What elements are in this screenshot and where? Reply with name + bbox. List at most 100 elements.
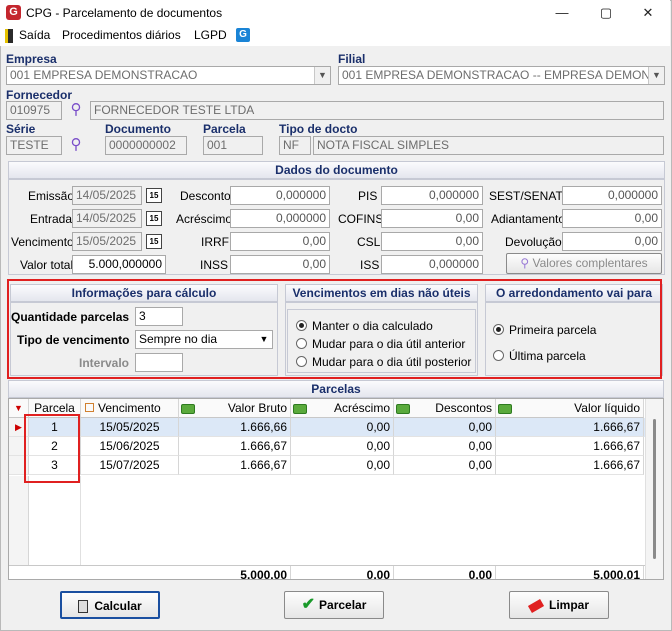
- valor-total-label: Valor total: [20, 258, 74, 272]
- search-icon[interactable]: ⚲: [67, 101, 85, 119]
- parcelar-button[interactable]: ✔ Parcelar: [284, 591, 384, 619]
- total-descontos: 0,00: [394, 566, 496, 579]
- pis-field[interactable]: 0,000000: [381, 186, 483, 205]
- highlight-box-calculo: [7, 279, 662, 379]
- minimize-button[interactable]: —: [542, 0, 582, 26]
- entrada-field[interactable]: 14/05/2025: [72, 209, 142, 228]
- serie-field[interactable]: TESTE: [6, 136, 62, 155]
- inss-label: INSS: [200, 258, 229, 272]
- search-icon: ⚲: [520, 256, 530, 270]
- cell-acrescimo[interactable]: 0,00: [291, 437, 394, 456]
- cell-vencimento[interactable]: 15/05/2025: [81, 418, 179, 437]
- calendar-icon[interactable]: 15: [146, 234, 162, 249]
- cell-valor-bruto[interactable]: 1.666,67: [179, 456, 291, 475]
- col-valor-liquido-label: Valor líquido: [574, 401, 640, 415]
- empresa-value: 001 EMPRESA DEMONSTRACAO: [10, 68, 198, 82]
- help-g-icon[interactable]: G: [236, 28, 250, 42]
- col-valor-liquido[interactable]: Valor líquido: [496, 399, 644, 418]
- cell-descontos[interactable]: 0,00: [394, 418, 496, 437]
- irrf-field[interactable]: 0,00: [230, 232, 330, 251]
- adiantamento-field[interactable]: 0,00: [562, 209, 662, 228]
- menu-procedimentos-diarios[interactable]: Procedimentos diários: [62, 28, 181, 42]
- valor-total-field[interactable]: 5.000,000000: [72, 255, 166, 274]
- col-vencimento[interactable]: Vencimento: [81, 399, 179, 418]
- fornecedor-name-field: FORNECEDOR TESTE LTDA: [90, 101, 664, 120]
- scrollbar-thumb[interactable]: [653, 419, 656, 559]
- cell-valor-liquido[interactable]: 1.666,67: [496, 456, 644, 475]
- desconto-field[interactable]: 0,000000: [230, 186, 330, 205]
- cell-descontos[interactable]: 0,00: [394, 437, 496, 456]
- irrf-label: IRRF: [201, 235, 229, 249]
- cell-vencimento[interactable]: 15/07/2025: [81, 456, 179, 475]
- emissao-field[interactable]: 14/05/2025: [72, 186, 142, 205]
- col-valor-bruto[interactable]: Valor Bruto: [179, 399, 291, 418]
- check-icon: ✔: [301, 596, 316, 613]
- table-row[interactable]: 3 15/07/2025 1.666,67 0,00 0,00 1.666,67: [9, 456, 645, 475]
- chevron-down-icon: ▼: [648, 67, 664, 84]
- title-bar: G CPG - Parcelamento de documentos — ▢ ✕: [0, 0, 670, 26]
- cell-descontos[interactable]: 0,00: [394, 456, 496, 475]
- col-vencimento-label: Vencimento: [98, 401, 161, 415]
- cell-valor-liquido[interactable]: 1.666,67: [496, 418, 644, 437]
- documento-label: Documento: [105, 122, 171, 136]
- total-acrescimo: 0,00: [291, 566, 394, 579]
- calendar-icon[interactable]: 15: [146, 188, 162, 203]
- cell-valor-liquido[interactable]: 1.666,67: [496, 437, 644, 456]
- tipo-docto-name-field: NOTA FISCAL SIMPLES: [313, 136, 664, 155]
- close-button[interactable]: ✕: [628, 0, 668, 26]
- calcular-button[interactable]: Calcular: [60, 591, 160, 619]
- vertical-scrollbar[interactable]: [645, 399, 663, 579]
- money-icon: [181, 403, 195, 414]
- limpar-button[interactable]: Limpar: [509, 591, 609, 619]
- cofins-field[interactable]: 0,00: [381, 209, 483, 228]
- calendar-icon: [85, 403, 94, 412]
- money-icon: [498, 403, 512, 414]
- cell-vencimento[interactable]: 15/06/2025: [81, 437, 179, 456]
- col-acrescimo-label: Acréscimo: [333, 401, 390, 415]
- valores-complementares-button[interactable]: ⚲ Valores complentares: [506, 253, 662, 274]
- maximize-button[interactable]: ▢: [586, 0, 626, 26]
- cell-valor-bruto[interactable]: 1.666,67: [179, 437, 291, 456]
- money-icon: [293, 403, 307, 414]
- fornecedor-label: Fornecedor: [6, 88, 73, 102]
- total-valor-liquido: 5.000,01: [496, 566, 644, 579]
- menu-bar: Saída Procedimentos diários LGPD G: [0, 26, 670, 46]
- sest-senat-field[interactable]: 0,000000: [562, 186, 662, 205]
- desconto-label: Desconto: [180, 189, 231, 203]
- col-descontos-label: Descontos: [435, 401, 492, 415]
- empresa-select[interactable]: 001 EMPRESA DEMONSTRACAO ▼: [6, 66, 331, 85]
- iss-field[interactable]: 0,000000: [381, 255, 483, 274]
- cell-acrescimo[interactable]: 0,00: [291, 456, 394, 475]
- serie-label: Série: [6, 122, 36, 136]
- col-descontos[interactable]: Descontos: [394, 399, 496, 418]
- calculator-icon: [78, 600, 89, 614]
- empresa-label: Empresa: [6, 52, 57, 66]
- col-acrescimo[interactable]: Acréscimo: [291, 399, 394, 418]
- menu-saida[interactable]: Saída: [19, 28, 50, 42]
- parcelas-header: Parcelas: [8, 380, 664, 398]
- calendar-icon[interactable]: 15: [146, 211, 162, 226]
- search-icon[interactable]: ⚲: [67, 136, 85, 154]
- acrescimo-field[interactable]: 0,000000: [230, 209, 330, 228]
- cell-acrescimo[interactable]: 0,00: [291, 418, 394, 437]
- devolucao-label: Devolução: [505, 235, 562, 249]
- tipo-docto-code-field: NF: [279, 136, 311, 155]
- menu-lgpd[interactable]: LGPD: [194, 28, 227, 42]
- fornecedor-code-field[interactable]: 010975: [6, 101, 62, 120]
- table-row[interactable]: ▶ 1 15/05/2025 1.666,66 0,00 0,00 1.666,67: [9, 418, 645, 437]
- table-row[interactable]: 2 15/06/2025 1.666,67 0,00 0,00 1.666,67: [9, 437, 645, 456]
- adiantamento-label: Adiantamento: [491, 212, 566, 226]
- vencimento-field[interactable]: 15/05/2025: [72, 232, 142, 251]
- col-valor-bruto-label: Valor Bruto: [227, 401, 287, 415]
- parcela-label: Parcela: [203, 122, 246, 136]
- filial-select[interactable]: 001 EMPRESA DEMONSTRACAO -- EMPRESA DEMO…: [338, 66, 665, 85]
- inss-field[interactable]: 0,00: [230, 255, 330, 274]
- csl-field[interactable]: 0,00: [381, 232, 483, 251]
- cell-valor-bruto[interactable]: 1.666,66: [179, 418, 291, 437]
- filial-label: Filial: [338, 52, 366, 66]
- pis-label: PIS: [358, 189, 378, 203]
- parcela-field: 001: [203, 136, 263, 155]
- money-icon: [396, 403, 410, 414]
- parcelas-grid[interactable]: ▼ Parcela Vencimento Valor Bruto Acrésci…: [8, 398, 664, 580]
- devolucao-field[interactable]: 0,00: [562, 232, 662, 251]
